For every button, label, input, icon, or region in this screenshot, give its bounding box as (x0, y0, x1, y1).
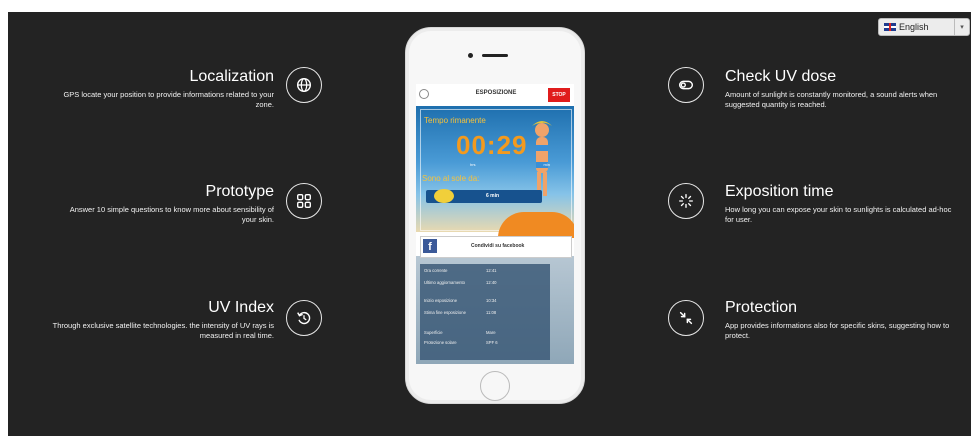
feature-desc: Answer 10 simple questions to know more … (69, 205, 274, 224)
facebook-icon: f (423, 239, 437, 253)
home-button[interactable] (480, 371, 510, 401)
landing-panel: English ▾ Localization GPS locate your p… (8, 12, 971, 436)
sun-duration-bar: 6 min (426, 189, 542, 203)
info-value: 12:40 (486, 280, 497, 285)
hours-unit: hrs (470, 162, 476, 167)
remaining-time-label: Tempo rimanente (424, 116, 486, 125)
info-value: Mare (486, 330, 496, 335)
feature-title: Prototype (205, 183, 274, 200)
feature-protection: Protection App provides informations als… (725, 298, 955, 341)
app-title: ESPOSIZIONE (475, 90, 517, 96)
language-select[interactable]: English ▾ (878, 18, 970, 36)
share-label: Condividi su facebook (471, 243, 525, 249)
sun-duration-value: 6 min (486, 193, 500, 199)
feature-check-uv-dose: Check UV dose Amount of sunlight is cons… (725, 67, 955, 110)
camera-icon (468, 53, 473, 58)
info-key: Ora corrente (424, 268, 448, 273)
phone-screen: ESPOSIZIONE STOP Tempo rimanente 00:29 h… (416, 84, 574, 364)
feature-title: Protection (725, 299, 798, 316)
stop-button[interactable]: STOP (548, 88, 570, 102)
umbrella-image (498, 212, 574, 238)
feature-desc: App provides informations also for speci… (725, 321, 950, 340)
settings-icon[interactable] (419, 89, 429, 99)
info-key: Inizio esposizione (424, 298, 458, 303)
loading-icon (668, 183, 704, 219)
grid-icon (286, 183, 322, 219)
countdown-timer: 00:29 (456, 130, 528, 160)
info-value: 10:34 (486, 298, 497, 303)
sun-icon (434, 189, 454, 203)
feature-prototype: Prototype Answer 10 simple questions to … (14, 182, 274, 225)
uk-flag-icon (884, 23, 896, 31)
info-key: Protezione solare (424, 340, 457, 345)
facebook-share-button[interactable]: f Condividi su facebook (420, 236, 572, 258)
speaker-grille (482, 54, 508, 57)
feature-desc: How long you can expose your skin to sun… (725, 205, 952, 224)
chevron-down-icon[interactable]: ▾ (954, 19, 969, 35)
app-header: ESPOSIZIONE STOP (416, 84, 574, 107)
feature-title: Check UV dose (725, 68, 837, 85)
feature-title: Exposition time (725, 183, 834, 200)
globe-icon (286, 67, 322, 103)
feature-desc: GPS locate your position to provide info… (63, 90, 274, 109)
feature-desc: Through exclusive satellite technologies… (52, 321, 274, 340)
toggle-icon (668, 67, 704, 103)
refresh-icon (286, 300, 322, 336)
info-value: 11:08 (486, 310, 497, 315)
feature-title: UV Index (208, 299, 274, 316)
info-key: Stima fine esposizione (424, 310, 466, 315)
feature-title: Localization (189, 68, 275, 85)
phone-mockup: ESPOSIZIONE STOP Tempo rimanente 00:29 h… (405, 27, 585, 404)
feature-exposition-time: Exposition time How long you can expose … (725, 182, 955, 225)
timer-units: hrs min (470, 162, 550, 167)
info-key: Superficie (424, 330, 443, 335)
info-key: Ultimo aggiornamento (424, 280, 465, 285)
feature-uv-index: UV Index Through exclusive satellite tec… (14, 298, 274, 341)
language-label: English (899, 22, 929, 32)
feature-localization: Localization GPS locate your position to… (14, 67, 274, 110)
feature-desc: Amount of sunlight is constantly monitor… (725, 90, 938, 109)
minutes-unit: min (543, 162, 550, 167)
exposure-info-table: Ora corrente 12:41 Ultimo aggiornamento 12… (420, 264, 550, 360)
info-value: 12:41 (486, 268, 497, 273)
sun-duration-label: Sono al sole da: (422, 174, 480, 183)
shrink-icon (668, 300, 704, 336)
info-value: SPF 6 (486, 340, 498, 345)
